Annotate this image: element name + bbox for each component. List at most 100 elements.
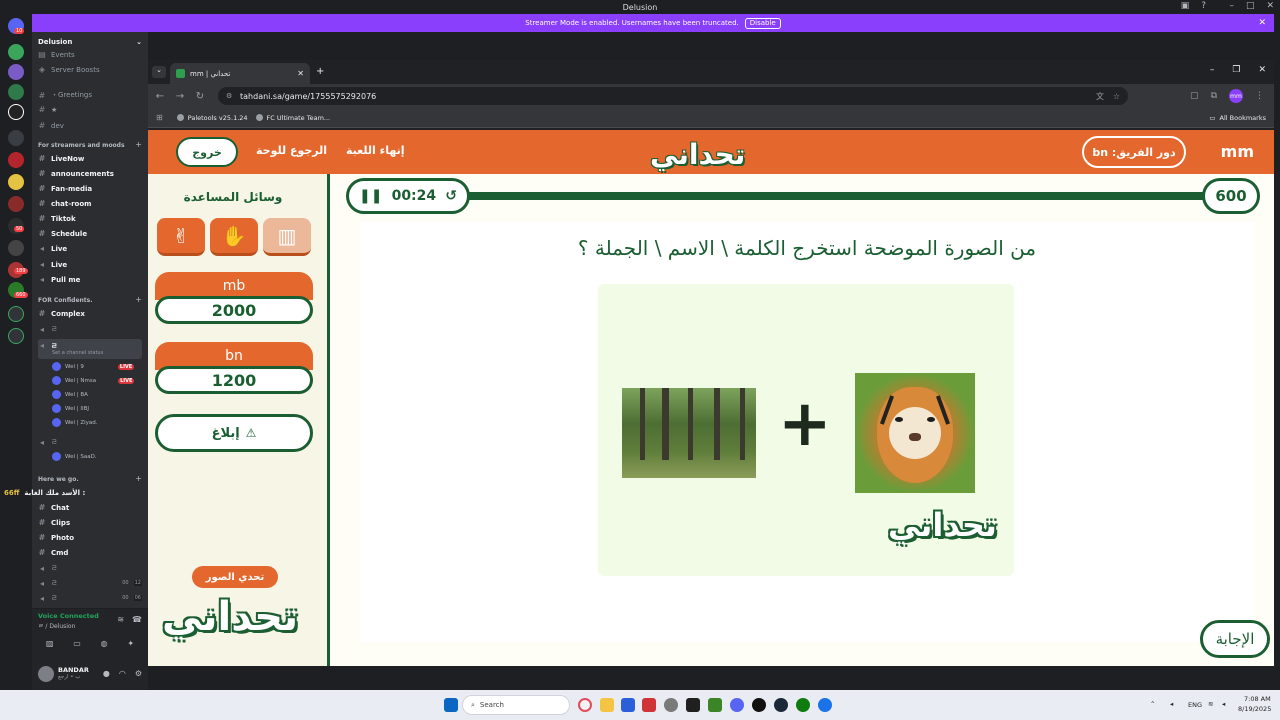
close-icon[interactable]: ✕ [1258,65,1266,75]
voice-user[interactable]: Wel | IIBJ [52,404,89,413]
taskbar-search[interactable]: ⌕ Search [462,695,570,715]
channel-item[interactable]: # Fan-media [38,184,93,193]
voice-user[interactable]: Wel | BA [52,390,88,399]
inbox-icon[interactable]: ▣ [1181,1,1190,11]
clock-date[interactable]: 8/19/2025 [1238,705,1271,713]
server-icon[interactable] [8,196,24,212]
discover-icon[interactable] [8,328,24,344]
add-channel-icon[interactable]: + [135,295,142,304]
xbox-icon[interactable] [796,698,810,712]
apps-grid-icon[interactable]: ⊞ [156,113,163,122]
windows-start-icon[interactable] [444,698,458,712]
voice-channel-item[interactable]: ◂ ㄹ 00 06 [38,593,142,603]
end-game-link[interactable]: إنهاء اللعبة [346,144,405,157]
address-bar[interactable]: ⚙ tahdani.sa/game/1755575292076 文 ☆ [218,87,1128,105]
server-icon-active[interactable] [8,104,24,120]
channel-item[interactable]: # chat-room [38,199,92,208]
reset-timer-icon[interactable]: ↺ [445,188,457,204]
language-indicator[interactable]: ENG [1188,701,1202,709]
exit-button[interactable]: خروج [176,137,238,167]
site-info-icon[interactable]: ⚙ [226,92,232,100]
close-tab-icon[interactable]: ✕ [297,69,304,78]
clock-time[interactable]: 7:08 AM [1244,695,1271,703]
channel-item[interactable]: # ★ [38,105,58,114]
extension-icon[interactable]: ▢ [1190,91,1199,101]
report-button[interactable]: إبلاغ ⚠ [155,414,313,452]
wifi-icon[interactable]: ≋ [1208,700,1213,708]
voice-channel-item-active[interactable]: ◂ ㄹ [38,339,142,359]
profile-avatar[interactable]: mm [1229,89,1243,103]
server-icon[interactable] [8,152,24,168]
app-icon[interactable] [664,698,678,712]
channel-item[interactable]: # dev [38,121,64,130]
opera-icon[interactable] [578,698,592,712]
category-header[interactable]: FOR Confidents. [38,297,93,304]
browser-tab[interactable]: mm | تحداني ✕ [170,63,310,84]
voice-user[interactable]: Wel | SaaD. [52,452,97,461]
minimize-icon[interactable]: – [1229,1,1234,11]
kebab-menu-icon[interactable]: ⋮ [1255,91,1264,101]
noise-suppression-icon[interactable]: ≋ [117,615,124,624]
volume-icon[interactable]: ◂ [1170,700,1173,708]
server-icon[interactable] [8,174,24,190]
help-icon[interactable]: ? [1201,1,1206,11]
server-icon[interactable] [8,84,24,100]
channel-item[interactable]: # LiveNow [38,154,85,163]
voice-user[interactable]: Wel | Ziyad. [52,418,98,427]
voice-channel-item[interactable]: ◂ ㄹ 00 12 [38,578,142,588]
channel-item[interactable]: # Tiktok [38,214,76,223]
voice-channel-item[interactable]: ◂ ㄹ [38,437,57,447]
tray-chevron-icon[interactable]: ⌃ [1150,700,1155,708]
voice-channel-item[interactable]: ◂ Live [38,244,67,253]
server-icon[interactable] [8,44,24,60]
peace-hand-icon[interactable]: ✌ [157,218,205,256]
soundboard-icon[interactable]: ✦ [127,639,134,648]
server-icon[interactable] [8,64,24,80]
disconnect-icon[interactable]: ☎ [132,615,142,624]
chrome-icon[interactable] [818,698,832,712]
answer-button[interactable]: الإجابة [1200,620,1270,658]
close-icon[interactable]: ✕ [1258,18,1266,28]
voice-channel-item[interactable]: ◂ ㄹ [38,563,57,573]
disable-streamer-mode-button[interactable]: Disable [744,17,781,29]
add-server-icon[interactable] [8,306,24,322]
server-header[interactable]: Delusion ⌄ [32,32,148,52]
minecraft-icon[interactable] [708,698,722,712]
channel-item[interactable]: ◈ Server Boosts [38,65,100,74]
avatar[interactable] [38,666,54,682]
headphones-icon[interactable]: ◠ [119,669,126,678]
tiktok-icon[interactable] [752,698,766,712]
voice-channel-item[interactable]: ◂ ㄹ [38,324,57,334]
activity-icon[interactable]: ◍ [101,639,108,648]
speaker-icon[interactable]: ◂ [1222,700,1225,708]
translate-icon[interactable]: 文 [1096,91,1104,102]
extensions-puzzle-icon[interactable]: ⧉ [1211,91,1217,101]
channel-item[interactable]: ▤ Events [38,50,74,59]
channel-item[interactable]: # Schedule [38,229,87,238]
back-to-board-link[interactable]: الرجوع للوحة [256,144,327,157]
channel-item[interactable]: # ・Greetings [38,90,92,100]
voice-location[interactable]: ㄹ / Delusion [38,621,75,630]
channel-item[interactable]: # Cmd [38,548,69,557]
bookmark-item[interactable]: Paletools v25.1.24 [176,114,248,122]
forward-arrow-icon[interactable]: → [170,91,190,102]
channel-item[interactable]: # Complex [38,309,85,318]
voice-user[interactable]: Wel | 9 LIVE [52,362,135,371]
reload-icon[interactable]: ↻ [190,91,210,102]
settings-gear-icon[interactable]: ⚙ [135,669,142,678]
all-bookmarks[interactable]: ▭ All Bookmarks [1209,114,1266,122]
bookmark-item[interactable]: FC Ultimate Team... [255,114,330,122]
voice-channel-item[interactable]: ◂ Live [38,260,67,269]
tab-search-icon[interactable]: ⌄ [152,66,166,78]
app-icon[interactable] [621,698,635,712]
channel-item[interactable]: # Clips [38,518,70,527]
close-icon[interactable]: ✕ [1266,1,1274,11]
maximize-icon[interactable]: □ [1246,1,1255,11]
steam-icon[interactable] [774,698,788,712]
app-icon[interactable] [642,698,656,712]
channel-item[interactable]: # announcements [38,169,114,178]
new-tab-icon[interactable]: + [316,66,324,77]
voice-channel-item[interactable]: ◂ Pull me [38,275,80,284]
open-book-icon[interactable]: ▥ [263,218,311,256]
microphone-icon[interactable]: ● [103,669,110,678]
